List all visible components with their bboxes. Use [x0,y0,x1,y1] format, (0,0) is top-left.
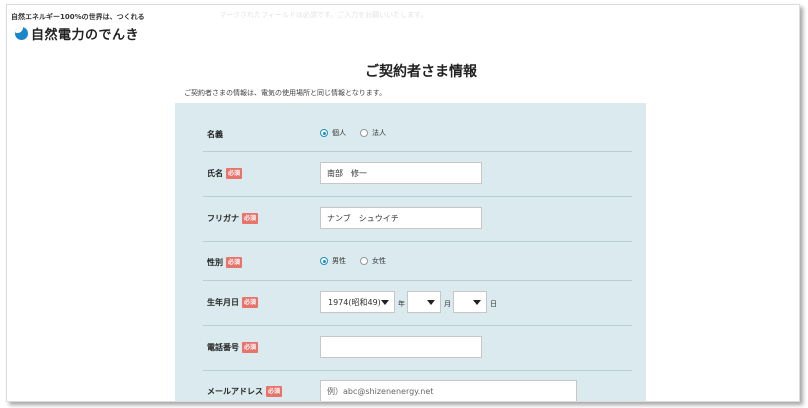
birthdate-row: 生年月日 必須 1974(昭和49) 年 月 日 [203,281,632,326]
page-title: ご契約者さま情報 [365,64,477,80]
phone-label: 電話番号 必須 [207,342,259,353]
required-badge: 必須 [226,257,243,268]
logo-text: 自然電力のでんき [31,28,140,43]
full-name-row: 氏名 必須 [203,152,632,197]
furigana-row: フリガナ 必須 [203,197,632,242]
chevron-down-icon [381,300,389,305]
phone-row: 電話番号 必須 [203,326,632,371]
birth-year-select[interactable]: 1974(昭和49) [320,291,395,313]
radio-corporation[interactable] [360,129,368,137]
radio-female[interactable] [360,257,368,265]
birth-day-select[interactable] [453,291,487,313]
birth-month-select[interactable] [407,291,441,313]
radio-male-label[interactable]: 男性 [332,256,346,266]
site-tagline: 自然エネルギー100%の世界は、つくれる [11,13,145,21]
email-label: メールアドレス 必須 [207,386,283,397]
gender-label: 性別 必須 [207,257,243,268]
required-badge: 必須 [242,213,259,224]
phone-input[interactable] [320,336,482,358]
name-type-label: 名義 [207,130,223,139]
chevron-down-icon [473,300,481,305]
birth-year-value: 1974(昭和49) [328,297,381,307]
page-description: ご契約者さまの情報は、電気の使用場所と同じ情報となります。 [184,89,387,97]
birthdate-label: 生年月日 必須 [207,297,259,308]
radio-corporation-label[interactable]: 法人 [372,128,386,138]
furigana-input[interactable] [320,207,482,229]
name-type-radio-group: 個人 法人 [320,128,400,138]
chevron-down-icon [427,300,435,305]
required-badge: 必須 [226,168,243,179]
email-row: メールアドレス 必須 [203,371,632,401]
name-type-row: 名義 個人 法人 [203,115,632,152]
gender-row: 性別 必須 男性 女性 [203,242,632,281]
radio-individual-label[interactable]: 個人 [332,128,346,138]
radio-individual[interactable] [320,129,328,137]
furigana-label: フリガナ 必須 [207,213,259,224]
day-unit: 日 [490,300,497,308]
drop-logo-icon [15,27,28,40]
radio-female-label[interactable]: 女性 [372,256,386,266]
browser-frame: 自然エネルギー100%の世界は、つくれる 自然電力のでんき マークされたフィール… [6,4,800,402]
full-name-label: 氏名 必須 [207,168,243,179]
site-logo[interactable]: 自然電力のでんき [15,24,139,43]
contractor-form: 名義 個人 法人 氏名 必須 フリガナ 必須 [175,103,646,401]
required-badge: 必須 [242,342,259,353]
required-badge: 必須 [242,297,259,308]
year-unit: 年 [398,300,405,308]
faint-notice: マークされたフィールドは必須です。ご入力をお願いいたします。 [219,11,428,19]
email-input[interactable] [320,380,577,401]
gender-radio-group: 男性 女性 [320,256,400,266]
required-badge: 必須 [266,386,283,397]
month-unit: 月 [444,300,451,308]
radio-male[interactable] [320,257,328,265]
full-name-input[interactable] [320,162,482,184]
